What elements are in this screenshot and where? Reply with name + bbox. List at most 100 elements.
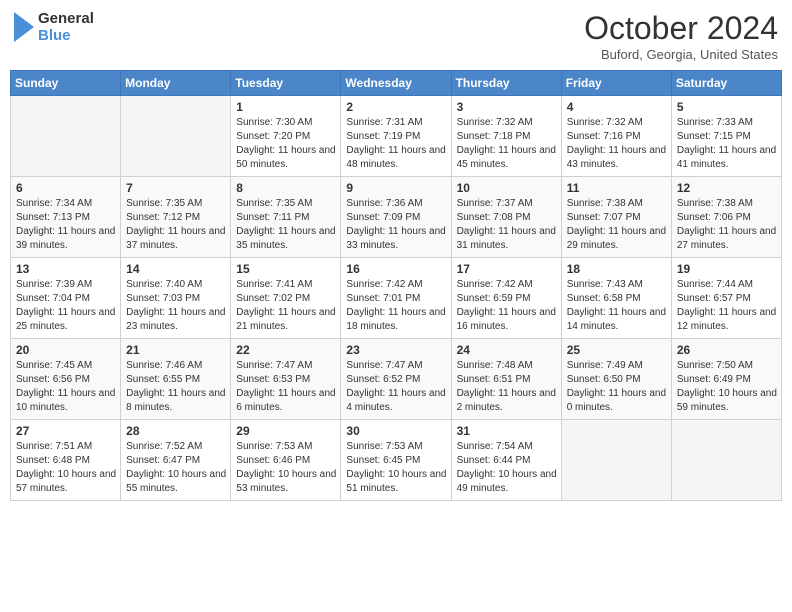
calendar-cell: 4 Sunrise: 7:32 AMSunset: 7:16 PMDaylight… — [561, 96, 671, 177]
calendar-table: SundayMondayTuesdayWednesdayThursdayFrid… — [10, 70, 782, 501]
day-info: Sunrise: 7:37 AMSunset: 7:08 PMDaylight:… — [457, 197, 557, 253]
calendar-cell: 11Sunrise: 7:38 AMSunset: 7:07 PMDayligh… — [561, 177, 671, 258]
day-info: Sunrise: 7:53 AMSunset: 6:46 PMDaylight:… — [236, 440, 336, 496]
day-number: 20 — [16, 343, 116, 357]
calendar-cell: 13 Sunrise: 7:39 AMSunset: 7:04 PMDayligh… — [11, 258, 121, 339]
day-number: 17 — [457, 262, 557, 276]
day-info: Sunrise: 7:47 AMSunset: 6:53 PMDaylight:… — [236, 359, 336, 415]
day-info: Sunrise: 7:31 AMSunset: 7:19 PMDaylight:… — [346, 116, 446, 172]
day-number: 28 — [126, 424, 226, 438]
logo-text: General Blue — [38, 10, 94, 45]
day-info: Sunrise: 7:43 AMSunset: 6:58 PMDaylight:… — [567, 278, 667, 334]
day-info: Sunrise: 7:45 AMSunset: 6:56 PMDaylight:… — [16, 359, 116, 415]
day-info: Sunrise: 7:47 AMSunset: 6:52 PMDaylight:… — [346, 359, 446, 415]
day-number: 8 — [236, 181, 336, 195]
logo-line1: General — [38, 10, 94, 27]
calendar-cell: 6Sunrise: 7:34 AMSunset: 7:13 PMDaylight… — [11, 177, 121, 258]
calendar-cell: 17 Sunrise: 7:42 AMSunset: 6:59 PMDayligh… — [451, 258, 561, 339]
day-info: Sunrise: 7:42 AMSunset: 6:59 PMDaylight:… — [457, 278, 557, 334]
logo-line2: Blue — [38, 27, 94, 44]
day-info: Sunrise: 7:49 AMSunset: 6:50 PMDaylight:… — [567, 359, 667, 415]
day-number: 3 — [457, 100, 557, 114]
day-number: 27 — [16, 424, 116, 438]
calendar-cell: 18 Sunrise: 7:43 AMSunset: 6:58 PMDayligh… — [561, 258, 671, 339]
day-info: Sunrise: 7:39 AMSunset: 7:04 PMDaylight:… — [16, 278, 116, 334]
calendar-cell: 7 Sunrise: 7:35 AMSunset: 7:12 PMDaylight… — [121, 177, 231, 258]
day-info: Sunrise: 7:32 AMSunset: 7:16 PMDaylight:… — [567, 116, 667, 172]
header-row: SundayMondayTuesdayWednesdayThursdayFrid… — [11, 71, 782, 96]
col-header-wednesday: Wednesday — [341, 71, 451, 96]
calendar-cell: 27 Sunrise: 7:51 AMSunset: 6:48 PMDayligh… — [11, 420, 121, 501]
calendar-cell: 29 Sunrise: 7:53 AMSunset: 6:46 PMDayligh… — [231, 420, 341, 501]
calendar-cell: 21 Sunrise: 7:46 AMSunset: 6:55 PMDayligh… — [121, 339, 231, 420]
calendar-cell: 26 Sunrise: 7:50 AMSunset: 6:49 PMDayligh… — [671, 339, 781, 420]
day-number: 7 — [126, 181, 226, 195]
day-info: Sunrise: 7:32 AMSunset: 7:18 PMDaylight:… — [457, 116, 557, 172]
day-info: Sunrise: 7:41 AMSunset: 7:02 PMDaylight:… — [236, 278, 336, 334]
calendar-cell: 8 Sunrise: 7:35 AMSunset: 7:11 PMDaylight… — [231, 177, 341, 258]
calendar-cell: 15 Sunrise: 7:41 AMSunset: 7:02 PMDayligh… — [231, 258, 341, 339]
logo-container: General Blue — [14, 10, 94, 45]
day-info: Sunrise: 7:36 AMSunset: 7:09 PMDaylight:… — [346, 197, 446, 253]
calendar-cell: 28 Sunrise: 7:52 AMSunset: 6:47 PMDayligh… — [121, 420, 231, 501]
day-number: 19 — [677, 262, 777, 276]
day-info: Sunrise: 7:46 AMSunset: 6:55 PMDaylight:… — [126, 359, 226, 415]
col-header-tuesday: Tuesday — [231, 71, 341, 96]
day-number: 18 — [567, 262, 667, 276]
day-info: Sunrise: 7:54 AMSunset: 6:44 PMDaylight:… — [457, 440, 557, 496]
calendar-cell: 1Sunrise: 7:30 AMSunset: 7:20 PMDaylight… — [231, 96, 341, 177]
day-number: 14 — [126, 262, 226, 276]
day-info: Sunrise: 7:40 AMSunset: 7:03 PMDaylight:… — [126, 278, 226, 334]
day-info: Sunrise: 7:42 AMSunset: 7:01 PMDaylight:… — [346, 278, 446, 334]
calendar-cell: 30 Sunrise: 7:53 AMSunset: 6:45 PMDayligh… — [341, 420, 451, 501]
day-info: Sunrise: 7:52 AMSunset: 6:47 PMDaylight:… — [126, 440, 226, 496]
day-info: Sunrise: 7:53 AMSunset: 6:45 PMDaylight:… — [346, 440, 446, 496]
week-row-3: 13 Sunrise: 7:39 AMSunset: 7:04 PMDayligh… — [11, 258, 782, 339]
day-number: 10 — [457, 181, 557, 195]
calendar-cell — [671, 420, 781, 501]
day-info: Sunrise: 7:35 AMSunset: 7:11 PMDaylight:… — [236, 197, 336, 253]
day-number: 2 — [346, 100, 446, 114]
logo: General Blue — [14, 10, 94, 45]
month-title: October 2024 — [584, 10, 778, 47]
day-number: 9 — [346, 181, 446, 195]
day-info: Sunrise: 7:35 AMSunset: 7:12 PMDaylight:… — [126, 197, 226, 253]
day-info: Sunrise: 7:50 AMSunset: 6:49 PMDaylight:… — [677, 359, 777, 415]
calendar-cell: 23Sunrise: 7:47 AMSunset: 6:52 PMDayligh… — [341, 339, 451, 420]
calendar-cell: 9 Sunrise: 7:36 AMSunset: 7:09 PMDaylight… — [341, 177, 451, 258]
calendar-cell: 2 Sunrise: 7:31 AMSunset: 7:19 PMDaylight… — [341, 96, 451, 177]
calendar-cell: 20 Sunrise: 7:45 AMSunset: 6:56 PMDayligh… — [11, 339, 121, 420]
week-row-5: 27 Sunrise: 7:51 AMSunset: 6:48 PMDayligh… — [11, 420, 782, 501]
calendar-cell: 22 Sunrise: 7:47 AMSunset: 6:53 PMDayligh… — [231, 339, 341, 420]
day-info: Sunrise: 7:44 AMSunset: 6:57 PMDaylight:… — [677, 278, 777, 334]
day-info: Sunrise: 7:51 AMSunset: 6:48 PMDaylight:… — [16, 440, 116, 496]
day-number: 30 — [346, 424, 446, 438]
calendar-cell: 25Sunrise: 7:49 AMSunset: 6:50 PMDayligh… — [561, 339, 671, 420]
calendar-cell: 31 Sunrise: 7:54 AMSunset: 6:44 PMDayligh… — [451, 420, 561, 501]
day-number: 13 — [16, 262, 116, 276]
day-info: Sunrise: 7:33 AMSunset: 7:15 PMDaylight:… — [677, 116, 777, 172]
col-header-saturday: Saturday — [671, 71, 781, 96]
day-number: 29 — [236, 424, 336, 438]
day-info: Sunrise: 7:34 AMSunset: 7:13 PMDaylight:… — [16, 197, 116, 253]
location: Buford, Georgia, United States — [584, 47, 778, 62]
calendar-cell: 14 Sunrise: 7:40 AMSunset: 7:03 PMDayligh… — [121, 258, 231, 339]
day-number: 22 — [236, 343, 336, 357]
logo-triangle-icon — [14, 12, 34, 42]
calendar-cell: 16Sunrise: 7:42 AMSunset: 7:01 PMDayligh… — [341, 258, 451, 339]
page-header: General Blue October 2024 Buford, Georgi… — [10, 10, 782, 62]
day-number: 4 — [567, 100, 667, 114]
calendar-cell: 3 Sunrise: 7:32 AMSunset: 7:18 PMDaylight… — [451, 96, 561, 177]
day-info: Sunrise: 7:38 AMSunset: 7:06 PMDaylight:… — [677, 197, 777, 253]
day-number: 12 — [677, 181, 777, 195]
calendar-cell — [121, 96, 231, 177]
col-header-friday: Friday — [561, 71, 671, 96]
day-number: 15 — [236, 262, 336, 276]
col-header-monday: Monday — [121, 71, 231, 96]
day-number: 21 — [126, 343, 226, 357]
day-number: 26 — [677, 343, 777, 357]
calendar-cell: 19 Sunrise: 7:44 AMSunset: 6:57 PMDayligh… — [671, 258, 781, 339]
day-info: Sunrise: 7:38 AMSunset: 7:07 PMDaylight:… — [567, 197, 667, 253]
day-number: 31 — [457, 424, 557, 438]
day-info: Sunrise: 7:48 AMSunset: 6:51 PMDaylight:… — [457, 359, 557, 415]
